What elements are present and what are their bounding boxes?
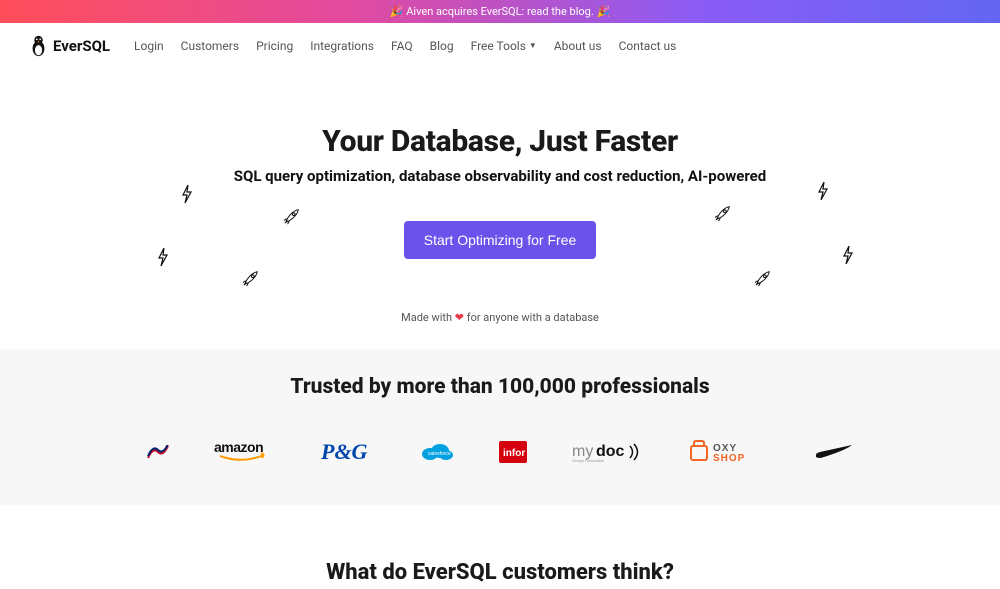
customer-logos-row: amazon P&G salesforce infor (0, 439, 1000, 465)
lightning-icon (180, 184, 194, 208)
trusted-section: Trusted by more than 100,000 professiona… (0, 349, 1000, 505)
oxyshop-logo: OXY SHOP (689, 439, 769, 465)
mydoc-logo: mydoc Simply Reachable (572, 439, 644, 465)
testimonials-section: What do EverSQL customers think? (0, 505, 1000, 589)
nav-customers[interactable]: Customers (181, 39, 239, 53)
rocket-icon (754, 269, 772, 291)
heart-icon: ❤ (455, 311, 464, 324)
nav-free-tools-label: Free Tools (471, 39, 526, 53)
announcement-bar[interactable]: 🎉 Aiven acquires EverSQL: read the blog.… (0, 0, 1000, 23)
nav-free-tools[interactable]: Free Tools ▼ (471, 39, 537, 53)
svg-text:SHOP: SHOP (713, 453, 745, 464)
svg-text:P&G: P&G (321, 440, 368, 464)
chevron-down-icon: ▼ (529, 42, 537, 50)
rocket-icon (714, 204, 732, 226)
penguin-icon (30, 35, 47, 57)
hero-subtitle: SQL query optimization, database observa… (0, 167, 1000, 185)
nav-links: Login Customers Pricing Integrations FAQ… (134, 39, 676, 53)
infor-logo: infor (499, 439, 527, 465)
svg-text:Simply Reachable: Simply Reachable (572, 458, 605, 463)
lightning-icon (156, 247, 170, 271)
pg-logo: P&G (321, 439, 375, 465)
svg-text:amazon: amazon (214, 439, 263, 455)
amazon-logo: amazon (214, 439, 276, 465)
made-with-text: Made with ❤ for anyone with a database (0, 311, 1000, 324)
bankofamerica-logo (147, 439, 169, 465)
announcement-text: 🎉 Aiven acquires EverSQL: read the blog.… (390, 5, 610, 18)
navbar: EverSQL Login Customers Pricing Integrat… (30, 23, 970, 69)
testimonials-heading: What do EverSQL customers think? (0, 560, 1000, 585)
svg-text:salesforce: salesforce (428, 451, 451, 457)
lightning-icon (816, 181, 830, 205)
svg-text:infor: infor (503, 448, 525, 459)
nav-faq[interactable]: FAQ (391, 39, 413, 53)
logo-text: EverSQL (53, 37, 110, 55)
nav-pricing[interactable]: Pricing (256, 39, 293, 53)
salesforce-logo: salesforce (420, 439, 454, 465)
nav-contact[interactable]: Contact us (619, 39, 677, 53)
hero-title: Your Database, Just Faster (0, 124, 1000, 159)
hero-section: Your Database, Just Faster SQL query opt… (0, 69, 1000, 334)
rocket-icon (283, 207, 301, 229)
nav-login[interactable]: Login (134, 39, 164, 53)
nav-integrations[interactable]: Integrations (310, 39, 374, 53)
rocket-icon (242, 269, 260, 291)
nike-logo (814, 439, 854, 465)
cta-start-optimizing[interactable]: Start Optimizing for Free (404, 221, 597, 259)
lightning-icon (841, 245, 855, 269)
nav-about[interactable]: About us (554, 39, 602, 53)
nav-blog[interactable]: Blog (430, 39, 454, 53)
trusted-heading: Trusted by more than 100,000 professiona… (0, 375, 1000, 399)
logo[interactable]: EverSQL (30, 35, 110, 57)
